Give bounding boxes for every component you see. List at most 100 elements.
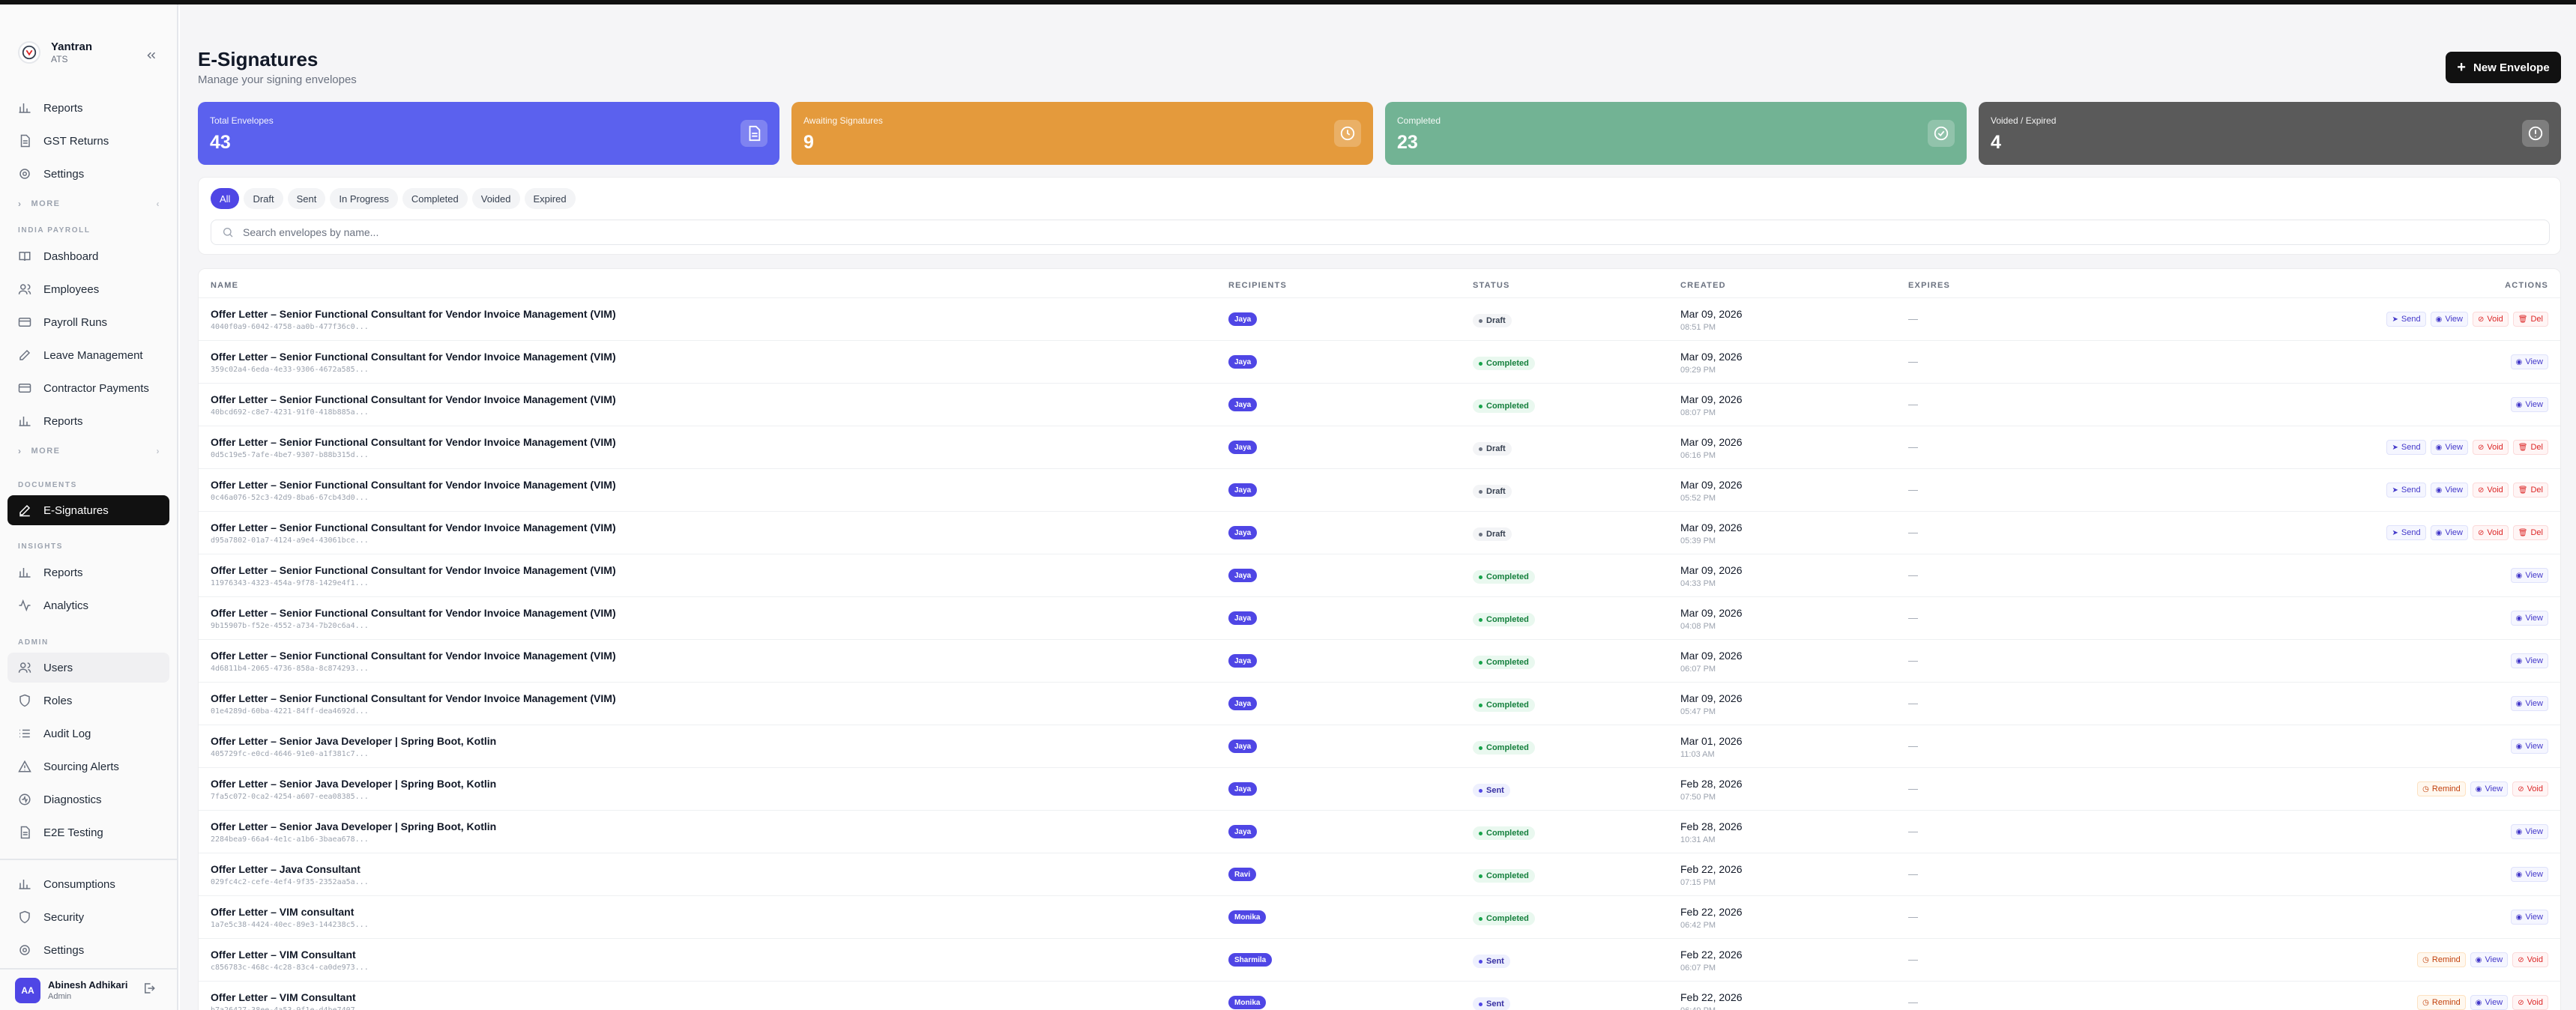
table-row[interactable]: Offer Letter – Senior Functional Consult… xyxy=(199,596,2560,639)
search-box[interactable] xyxy=(211,220,2550,245)
view-button[interactable]: ◉ View xyxy=(2510,696,2548,711)
envelope-name[interactable]: Offer Letter – Senior Functional Consult… xyxy=(211,436,616,448)
table-row[interactable]: Offer Letter – VIM consultant 1a7e5c38-44… xyxy=(199,895,2560,938)
more-toggle[interactable]: › MORE ‹ xyxy=(18,196,160,211)
view-button[interactable]: ◉ View xyxy=(2510,653,2548,668)
column-header-created[interactable]: CREATED xyxy=(1680,281,1726,290)
sidebar-item-audit-log[interactable]: Audit Log xyxy=(7,719,169,749)
sidebar-item-analytics[interactable]: Analytics xyxy=(7,590,169,620)
table-row[interactable]: Offer Letter – Senior Functional Consult… xyxy=(199,297,2560,340)
del-button[interactable]: 🗑 Del xyxy=(2512,440,2548,455)
envelope-name[interactable]: Offer Letter – Java Consultant xyxy=(211,863,361,875)
envelope-name[interactable]: Offer Letter – Senior Functional Consult… xyxy=(211,564,616,576)
void-button[interactable]: ⊘ Void xyxy=(2512,952,2548,967)
filter-tab-in-progress[interactable]: In Progress xyxy=(330,188,398,209)
envelope-name[interactable]: Offer Letter – VIM Consultant xyxy=(211,949,356,961)
send-button[interactable]: ➤ Send xyxy=(2386,525,2426,540)
filter-tab-draft[interactable]: Draft xyxy=(244,188,283,209)
send-button[interactable]: ➤ Send xyxy=(2386,312,2426,327)
table-row[interactable]: Offer Letter – Senior Functional Consult… xyxy=(199,383,2560,426)
filter-tab-voided[interactable]: Voided xyxy=(471,188,520,209)
sidebar-item-e-signatures[interactable]: E-Signatures xyxy=(7,495,169,525)
filter-tab-expired[interactable]: Expired xyxy=(524,188,576,209)
column-header-recipients[interactable]: RECIPIENTS xyxy=(1228,281,1287,290)
sidebar-item-payroll-runs[interactable]: Payroll Runs xyxy=(7,307,169,337)
del-button[interactable]: 🗑 Del xyxy=(2512,525,2548,540)
void-button[interactable]: ⊘ Void xyxy=(2472,312,2509,327)
column-header-expires[interactable]: EXPIRES xyxy=(1908,281,1950,290)
remind-button[interactable]: ◷ Remind xyxy=(2417,952,2466,967)
envelope-name[interactable]: Offer Letter – Senior Functional Consult… xyxy=(211,308,616,320)
sidebar-item-users[interactable]: Users xyxy=(7,653,169,683)
filter-tab-sent[interactable]: Sent xyxy=(287,188,326,209)
void-button[interactable]: ⊘ Void xyxy=(2472,483,2509,498)
table-row[interactable]: Offer Letter – VIM Consultant c856783c-46… xyxy=(199,938,2560,981)
sidebar-item-settings[interactable]: Settings xyxy=(7,159,169,189)
send-button[interactable]: ➤ Send xyxy=(2386,483,2426,498)
view-button[interactable]: ◉ View xyxy=(2510,611,2548,626)
view-button[interactable]: ◉ View xyxy=(2470,781,2509,796)
more-toggle[interactable]: › MORE › xyxy=(18,444,160,459)
sidebar-item-leave-management[interactable]: Leave Management xyxy=(7,340,169,370)
envelope-name[interactable]: Offer Letter – Senior Functional Consult… xyxy=(211,479,616,491)
table-row[interactable]: Offer Letter – Senior Functional Consult… xyxy=(199,468,2560,511)
sidebar-item-security[interactable]: Security xyxy=(7,902,169,932)
void-button[interactable]: ⊘ Void xyxy=(2472,525,2509,540)
sidebar-item-diagnostics[interactable]: Diagnostics xyxy=(7,784,169,814)
table-row[interactable]: Offer Letter – Java Consultant 029fc4c2-c… xyxy=(199,853,2560,895)
column-header-status[interactable]: STATUS xyxy=(1473,281,1510,290)
view-button[interactable]: ◉ View xyxy=(2510,397,2548,412)
envelope-name[interactable]: Offer Letter – Senior Functional Consult… xyxy=(211,650,616,662)
envelope-name[interactable]: Offer Letter – Senior Java Developer | S… xyxy=(211,820,496,832)
envelope-name[interactable]: Offer Letter – Senior Functional Consult… xyxy=(211,351,616,363)
sidebar-item-roles[interactable]: Roles xyxy=(7,686,169,716)
sidebar-item-dashboard[interactable]: Dashboard xyxy=(7,241,169,271)
envelope-name[interactable]: Offer Letter – VIM consultant xyxy=(211,906,354,918)
table-row[interactable]: Offer Letter – Senior Java Developer | S… xyxy=(199,725,2560,767)
table-row[interactable]: Offer Letter – Senior Java Developer | S… xyxy=(199,810,2560,853)
logout-icon[interactable] xyxy=(142,982,159,998)
sidebar-item-sourcing-alerts[interactable]: Sourcing Alerts xyxy=(7,752,169,781)
sidebar-item-bottom-settings[interactable]: Settings xyxy=(7,935,169,965)
sidebar-item-e2e-testing[interactable]: E2E Testing xyxy=(7,817,169,847)
send-button[interactable]: ➤ Send xyxy=(2386,440,2426,455)
view-button[interactable]: ◉ View xyxy=(2430,483,2468,498)
envelope-name[interactable]: Offer Letter – VIM Consultant xyxy=(211,991,356,1003)
table-row[interactable]: Offer Letter – Senior Functional Consult… xyxy=(199,682,2560,725)
void-button[interactable]: ⊘ Void xyxy=(2472,440,2509,455)
view-button[interactable]: ◉ View xyxy=(2430,525,2468,540)
table-row[interactable]: Offer Letter – Senior Java Developer | S… xyxy=(199,767,2560,810)
del-button[interactable]: 🗑 Del xyxy=(2512,483,2548,498)
table-row[interactable]: Offer Letter – Senior Functional Consult… xyxy=(199,639,2560,682)
view-button[interactable]: ◉ View xyxy=(2510,354,2548,369)
table-row[interactable]: Offer Letter – Senior Functional Consult… xyxy=(199,340,2560,383)
view-button[interactable]: ◉ View xyxy=(2470,952,2509,967)
sidebar-item-reports[interactable]: Reports xyxy=(7,93,169,123)
remind-button[interactable]: ◷ Remind xyxy=(2417,995,2466,1010)
brand[interactable]: Yantran ATS xyxy=(18,40,92,64)
sidebar-item-consumptions[interactable]: Consumptions xyxy=(7,869,169,899)
view-button[interactable]: ◉ View xyxy=(2510,867,2548,882)
view-button[interactable]: ◉ View xyxy=(2510,910,2548,925)
search-input[interactable] xyxy=(243,226,2416,238)
view-button[interactable]: ◉ View xyxy=(2430,440,2468,455)
view-button[interactable]: ◉ View xyxy=(2430,312,2468,327)
void-button[interactable]: ⊘ Void xyxy=(2512,995,2548,1010)
envelope-name[interactable]: Offer Letter – Senior Functional Consult… xyxy=(211,692,616,704)
collapse-sidebar-icon[interactable] xyxy=(142,46,160,64)
filter-tab-all[interactable]: All xyxy=(211,188,240,209)
filter-tab-completed[interactable]: Completed xyxy=(402,188,468,209)
envelope-name[interactable]: Offer Letter – Senior Functional Consult… xyxy=(211,607,616,619)
sidebar-item-gst-returns[interactable]: GST Returns xyxy=(7,126,169,156)
envelope-name[interactable]: Offer Letter – Senior Java Developer | S… xyxy=(211,735,496,747)
sidebar-item-employees[interactable]: Employees xyxy=(7,274,169,304)
view-button[interactable]: ◉ View xyxy=(2510,824,2548,839)
sidebar-item-contractor-payments[interactable]: Contractor Payments xyxy=(7,373,169,403)
view-button[interactable]: ◉ View xyxy=(2470,995,2509,1010)
sidebar-item-insights-reports[interactable]: Reports xyxy=(7,557,169,587)
new-envelope-button[interactable]: + New Envelope xyxy=(2446,52,2561,83)
view-button[interactable]: ◉ View xyxy=(2510,739,2548,754)
user-profile[interactable]: AA Abinesh Adhikari Admin xyxy=(15,976,165,1006)
remind-button[interactable]: ◷ Remind xyxy=(2417,781,2466,796)
view-button[interactable]: ◉ View xyxy=(2510,568,2548,583)
